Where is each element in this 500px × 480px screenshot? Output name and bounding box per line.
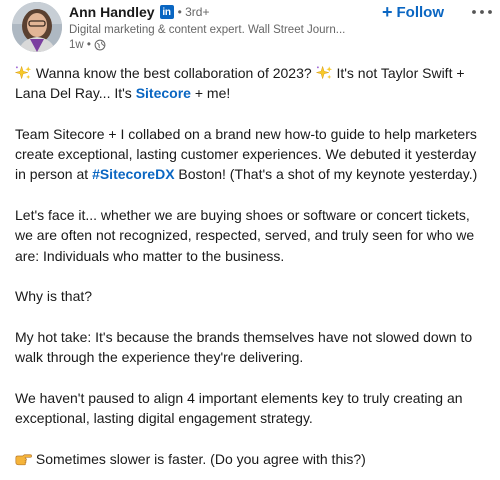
author-name-row: Ann Handley in • 3rd+	[69, 2, 369, 22]
globe-icon	[94, 39, 106, 51]
post-paragraph-3: Let's face it... whether we are buying s…	[15, 207, 475, 264]
author-headline: Digital marketing & content expert. Wall…	[69, 24, 346, 36]
sparkles-icon	[15, 65, 32, 80]
post-paragraph-2: Team Sitecore + I collabed on a brand ne…	[15, 124, 490, 185]
author-info: Ann Handley in • 3rd+ Digital marketing …	[69, 2, 369, 52]
backhand-index-pointing-right-icon	[15, 454, 32, 465]
avatar-photo	[12, 2, 62, 52]
author-avatar[interactable]	[12, 2, 62, 52]
linkedin-post: Ann Handley in • 3rd+ Digital marketing …	[0, 0, 500, 480]
post-paragraph-1: Wanna know the best collaboration of 202…	[15, 63, 490, 104]
paragraph-2-text-b: Boston! (That's a shot of my keynote yes…	[174, 166, 478, 183]
connection-degree: • 3rd+	[177, 5, 210, 19]
ellipsis-icon[interactable]	[470, 4, 494, 20]
post-paragraph-6: We haven't paused to align 4 important e…	[15, 389, 463, 427]
post-header: Ann Handley in • 3rd+ Digital marketing …	[12, 2, 492, 54]
author-name[interactable]: Ann Handley	[69, 4, 155, 20]
paragraph-7-text: Sometimes slower is faster. (Do you agre…	[32, 450, 366, 467]
hashtag-sitecoredx-link[interactable]: #SitecoreDX	[92, 166, 174, 182]
sitecore-mention-link[interactable]: Sitecore	[136, 85, 191, 101]
plus-icon: +	[382, 2, 393, 22]
post-body: Wanna know the best collaboration of 202…	[15, 63, 490, 469]
paragraph-1-text-a: Wanna know the best collaboration of 202…	[32, 65, 316, 81]
linkedin-badge-text: in	[162, 6, 171, 18]
post-paragraph-4: Why is that?	[15, 288, 93, 305]
paragraph-1-text-c: + me!	[190, 85, 231, 102]
follow-label: Follow	[396, 3, 445, 21]
post-timestamp: 1w •	[69, 39, 91, 51]
post-paragraph-7: Sometimes slower is faster. (Do you agre…	[15, 449, 490, 469]
sparkles-icon	[315, 65, 332, 80]
post-meta: 1w •	[69, 38, 369, 52]
post-paragraph-5: My hot take: It's because the brands the…	[15, 328, 473, 366]
follow-button[interactable]: + Follow	[382, 2, 444, 22]
linkedin-icon: in	[159, 5, 174, 19]
